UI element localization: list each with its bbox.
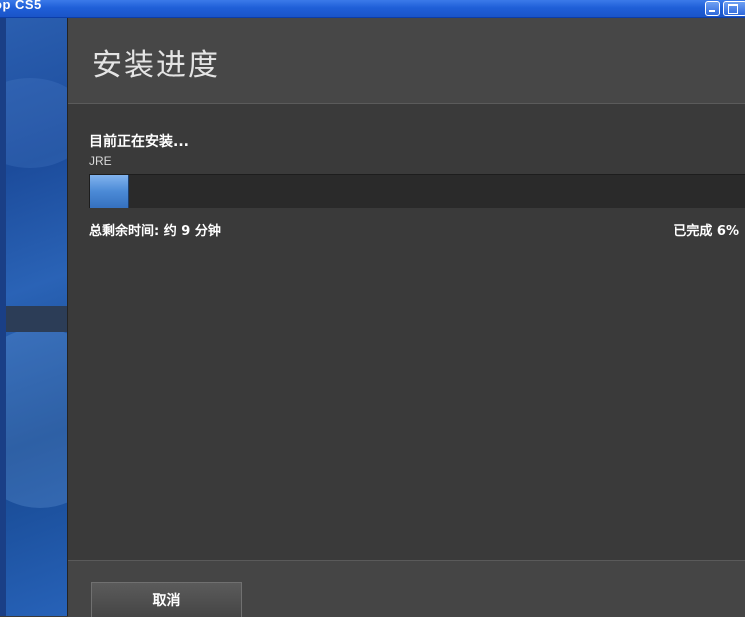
- page-title: 安装进度: [92, 48, 220, 83]
- installing-status-label: 目前正在安装...: [89, 134, 189, 150]
- window-title: op CS5: [0, 0, 42, 12]
- time-remaining-label: 总剩余时间: 约 9 分钟: [89, 224, 221, 239]
- minimize-icon[interactable]: [705, 1, 720, 16]
- installer-footer: 取消: [68, 560, 745, 617]
- installer-header: 安装进度: [68, 18, 745, 104]
- sidebar-strip: [0, 306, 68, 332]
- cancel-button[interactable]: 取消: [91, 582, 242, 617]
- progress-bar-fill: [90, 175, 130, 208]
- window-left-edge: [0, 18, 6, 616]
- progress-bar: [89, 174, 745, 208]
- sidebar-background: [0, 18, 68, 616]
- install-progress-panel: 目前正在安装... JRE 总剩余时间: 约 9 分钟 已完成 6%: [68, 104, 745, 560]
- percent-completed-label: 已完成 6%: [673, 224, 739, 239]
- window-titlebar[interactable]: op CS5: [0, 0, 745, 18]
- current-component-label: JRE: [89, 154, 112, 168]
- maximize-icon[interactable]: [723, 1, 745, 16]
